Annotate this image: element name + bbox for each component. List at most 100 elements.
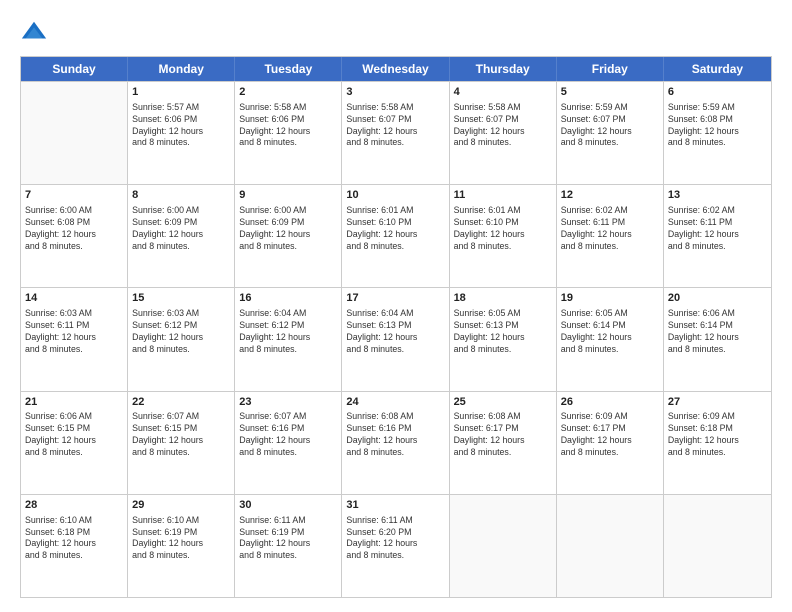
calendar-cell: 14 Sunrise: 6:03 AMSunset: 6:11 PMDayligh… <box>21 288 128 390</box>
calendar-row: 1Sunrise: 5:57 AMSunset: 6:06 PMDaylight… <box>21 81 771 184</box>
cell-info: Sunrise: 6:07 AMSunset: 6:15 PMDaylight:… <box>132 411 230 459</box>
day-number: 28 <box>25 498 123 513</box>
cell-info: Sunrise: 6:06 AMSunset: 6:15 PMDaylight:… <box>25 411 123 459</box>
cell-info: Sunrise: 6:01 AMSunset: 6:10 PMDaylight:… <box>454 205 552 253</box>
day-number: 30 <box>239 498 337 513</box>
cell-info: Sunrise: 5:59 AMSunset: 6:08 PMDaylight:… <box>668 102 767 150</box>
calendar-cell: 10 Sunrise: 6:01 AMSunset: 6:10 PMDayligh… <box>342 185 449 287</box>
day-number: 6 <box>668 85 767 100</box>
cell-info: Sunrise: 6:09 AMSunset: 6:18 PMDaylight:… <box>668 411 767 459</box>
cell-info: Sunrise: 6:04 AMSunset: 6:13 PMDaylight:… <box>346 308 444 356</box>
cell-info: Sunrise: 6:10 AMSunset: 6:19 PMDaylight:… <box>132 515 230 563</box>
cell-info: Sunrise: 5:57 AMSunset: 6:06 PMDaylight:… <box>132 102 230 150</box>
cell-info: Sunrise: 6:08 AMSunset: 6:17 PMDaylight:… <box>454 411 552 459</box>
calendar-cell: 7 Sunrise: 6:00 AMSunset: 6:08 PMDaylight… <box>21 185 128 287</box>
day-number: 26 <box>561 395 659 410</box>
calendar-cell: 12Sunrise: 6:02 AMSunset: 6:11 PMDayligh… <box>557 185 664 287</box>
calendar-cell: 1Sunrise: 5:57 AMSunset: 6:06 PMDaylight… <box>128 82 235 184</box>
calendar-cell: 18 Sunrise: 6:05 AMSunset: 6:13 PMDayligh… <box>450 288 557 390</box>
calendar-cell <box>450 495 557 597</box>
calendar-row: 14 Sunrise: 6:03 AMSunset: 6:11 PMDayligh… <box>21 287 771 390</box>
calendar-cell: 24Sunrise: 6:08 AMSunset: 6:16 PMDayligh… <box>342 392 449 494</box>
day-number: 19 <box>561 291 659 306</box>
calendar-cell: 28 Sunrise: 6:10 AMSunset: 6:18 PMDayligh… <box>21 495 128 597</box>
day-number: 17 <box>346 291 444 306</box>
calendar-body: 1Sunrise: 5:57 AMSunset: 6:06 PMDaylight… <box>21 81 771 597</box>
cell-info: Sunrise: 6:03 AMSunset: 6:11 PMDaylight:… <box>25 308 123 356</box>
day-number: 3 <box>346 85 444 100</box>
calendar-cell: 29 Sunrise: 6:10 AMSunset: 6:19 PMDayligh… <box>128 495 235 597</box>
cell-info: Sunrise: 6:01 AMSunset: 6:10 PMDaylight:… <box>346 205 444 253</box>
day-number: 2 <box>239 85 337 100</box>
day-number: 25 <box>454 395 552 410</box>
day-number: 29 <box>132 498 230 513</box>
cell-info: Sunrise: 6:11 AMSunset: 6:19 PMDaylight:… <box>239 515 337 563</box>
day-number: 15 <box>132 291 230 306</box>
day-number: 4 <box>454 85 552 100</box>
calendar-cell: 3 Sunrise: 5:58 AMSunset: 6:07 PMDaylight… <box>342 82 449 184</box>
cell-info: Sunrise: 5:58 AMSunset: 6:07 PMDaylight:… <box>346 102 444 150</box>
calendar-row: 21Sunrise: 6:06 AMSunset: 6:15 PMDayligh… <box>21 391 771 494</box>
day-number: 14 <box>25 291 123 306</box>
calendar-cell: 4 Sunrise: 5:58 AMSunset: 6:07 PMDaylight… <box>450 82 557 184</box>
cell-info: Sunrise: 6:03 AMSunset: 6:12 PMDaylight:… <box>132 308 230 356</box>
cell-info: Sunrise: 6:09 AMSunset: 6:17 PMDaylight:… <box>561 411 659 459</box>
day-number: 10 <box>346 188 444 203</box>
day-number: 9 <box>239 188 337 203</box>
calendar-header-cell: Tuesday <box>235 57 342 81</box>
calendar-header-row: SundayMondayTuesdayWednesdayThursdayFrid… <box>21 57 771 81</box>
day-number: 23 <box>239 395 337 410</box>
day-number: 7 <box>25 188 123 203</box>
day-number: 24 <box>346 395 444 410</box>
calendar-header-cell: Saturday <box>664 57 771 81</box>
cell-info: Sunrise: 6:05 AMSunset: 6:14 PMDaylight:… <box>561 308 659 356</box>
calendar-cell: 26Sunrise: 6:09 AMSunset: 6:17 PMDayligh… <box>557 392 664 494</box>
day-number: 8 <box>132 188 230 203</box>
calendar-header-cell: Thursday <box>450 57 557 81</box>
calendar-header-cell: Friday <box>557 57 664 81</box>
day-number: 18 <box>454 291 552 306</box>
calendar-cell: 27Sunrise: 6:09 AMSunset: 6:18 PMDayligh… <box>664 392 771 494</box>
calendar-cell: 25Sunrise: 6:08 AMSunset: 6:17 PMDayligh… <box>450 392 557 494</box>
calendar-cell: 31Sunrise: 6:11 AMSunset: 6:20 PMDayligh… <box>342 495 449 597</box>
day-number: 22 <box>132 395 230 410</box>
cell-info: Sunrise: 6:10 AMSunset: 6:18 PMDaylight:… <box>25 515 123 563</box>
calendar-cell: 20Sunrise: 6:06 AMSunset: 6:14 PMDayligh… <box>664 288 771 390</box>
page: SundayMondayTuesdayWednesdayThursdayFrid… <box>0 0 792 612</box>
calendar-cell: 9 Sunrise: 6:00 AMSunset: 6:09 PMDaylight… <box>235 185 342 287</box>
day-number: 11 <box>454 188 552 203</box>
day-number: 21 <box>25 395 123 410</box>
calendar-cell: 17 Sunrise: 6:04 AMSunset: 6:13 PMDayligh… <box>342 288 449 390</box>
cell-info: Sunrise: 6:02 AMSunset: 6:11 PMDaylight:… <box>668 205 767 253</box>
calendar-cell <box>21 82 128 184</box>
cell-info: Sunrise: 5:58 AMSunset: 6:06 PMDaylight:… <box>239 102 337 150</box>
day-number: 16 <box>239 291 337 306</box>
calendar-header-cell: Monday <box>128 57 235 81</box>
calendar-cell: 11 Sunrise: 6:01 AMSunset: 6:10 PMDayligh… <box>450 185 557 287</box>
cell-info: Sunrise: 6:08 AMSunset: 6:16 PMDaylight:… <box>346 411 444 459</box>
calendar-header-cell: Wednesday <box>342 57 449 81</box>
calendar-cell: 21Sunrise: 6:06 AMSunset: 6:15 PMDayligh… <box>21 392 128 494</box>
calendar-cell: 23Sunrise: 6:07 AMSunset: 6:16 PMDayligh… <box>235 392 342 494</box>
logo <box>20 18 52 46</box>
cell-info: Sunrise: 6:05 AMSunset: 6:13 PMDaylight:… <box>454 308 552 356</box>
cell-info: Sunrise: 5:58 AMSunset: 6:07 PMDaylight:… <box>454 102 552 150</box>
calendar: SundayMondayTuesdayWednesdayThursdayFrid… <box>20 56 772 598</box>
cell-info: Sunrise: 6:07 AMSunset: 6:16 PMDaylight:… <box>239 411 337 459</box>
day-number: 12 <box>561 188 659 203</box>
calendar-row: 7 Sunrise: 6:00 AMSunset: 6:08 PMDaylight… <box>21 184 771 287</box>
calendar-cell: 15 Sunrise: 6:03 AMSunset: 6:12 PMDayligh… <box>128 288 235 390</box>
day-number: 13 <box>668 188 767 203</box>
calendar-cell: 5Sunrise: 5:59 AMSunset: 6:07 PMDaylight… <box>557 82 664 184</box>
cell-info: Sunrise: 6:00 AMSunset: 6:09 PMDaylight:… <box>239 205 337 253</box>
calendar-cell: 8Sunrise: 6:00 AMSunset: 6:09 PMDaylight… <box>128 185 235 287</box>
cell-info: Sunrise: 5:59 AMSunset: 6:07 PMDaylight:… <box>561 102 659 150</box>
calendar-header-cell: Sunday <box>21 57 128 81</box>
calendar-row: 28 Sunrise: 6:10 AMSunset: 6:18 PMDayligh… <box>21 494 771 597</box>
calendar-cell: 16Sunrise: 6:04 AMSunset: 6:12 PMDayligh… <box>235 288 342 390</box>
calendar-cell: 6 Sunrise: 5:59 AMSunset: 6:08 PMDaylight… <box>664 82 771 184</box>
calendar-cell: 22Sunrise: 6:07 AMSunset: 6:15 PMDayligh… <box>128 392 235 494</box>
header <box>20 18 772 46</box>
cell-info: Sunrise: 6:00 AMSunset: 6:08 PMDaylight:… <box>25 205 123 253</box>
cell-info: Sunrise: 6:06 AMSunset: 6:14 PMDaylight:… <box>668 308 767 356</box>
